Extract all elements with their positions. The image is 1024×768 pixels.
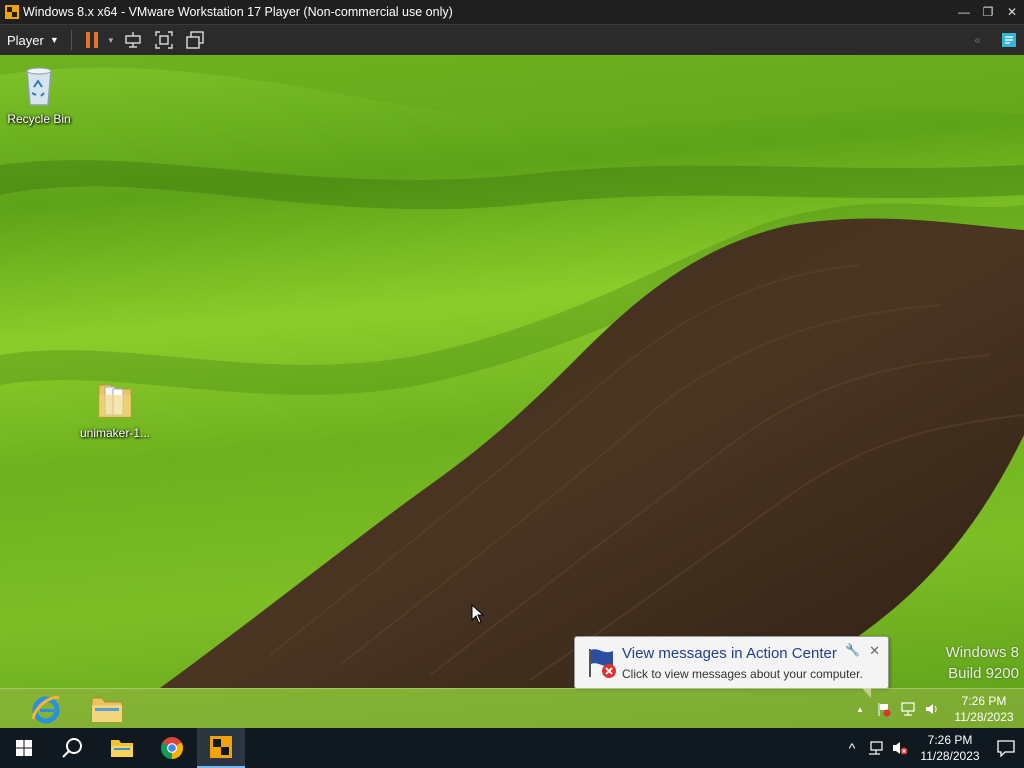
collapse-toolbar-button[interactable]: «: [962, 25, 993, 55]
guest-system-tray: ▲ 7:26 PM 11/28/2023: [848, 689, 1024, 728]
fullscreen-icon: [155, 31, 173, 49]
notifications-button[interactable]: [988, 728, 1024, 768]
vmware-icon: [210, 736, 232, 758]
recycle-bin-shortcut[interactable]: Recycle Bin: [0, 63, 78, 126]
pause-dropdown-button[interactable]: ▼: [104, 25, 118, 55]
double-chevron-left-icon: «: [974, 33, 981, 47]
pause-icon: [85, 32, 98, 48]
unimaker-folder-shortcut[interactable]: unimaker-1...: [76, 377, 154, 440]
send-ctrl-alt-del-button[interactable]: [118, 25, 149, 55]
message-log-icon: [1001, 33, 1016, 47]
guest-desktop[interactable]: Recycle Bin unimaker-1... Windows 8 Buil…: [0, 55, 1024, 728]
vmware-toolbar: Player ▼ ▼ «: [0, 24, 1024, 55]
volume-tray-icon[interactable]: [920, 689, 944, 728]
network-tray-icon[interactable]: [896, 689, 920, 728]
taskbar-vmware[interactable]: [197, 728, 245, 768]
action-center-notification[interactable]: View messages in Action Center Click to …: [574, 636, 889, 698]
search-button[interactable]: [48, 728, 96, 768]
host-clock[interactable]: 7:26 PM 11/28/2023: [912, 732, 988, 764]
host-taskbar: ^ 7:26 PM 11/28/2023: [0, 728, 1024, 768]
host-system-tray: ^ 7:26 PM 11/28/2023: [840, 728, 1024, 768]
chrome-icon: [161, 737, 183, 759]
action-center-flag-icon: [589, 649, 616, 678]
notification-title: View messages in Action Center: [622, 645, 837, 662]
message-log-button[interactable]: [993, 25, 1024, 55]
guest-clock-time: 7:26 PM: [961, 694, 1007, 708]
tray-overflow-button[interactable]: ▲: [848, 689, 872, 728]
pause-button[interactable]: [80, 25, 104, 55]
watermark-build: Build 9200: [948, 665, 1019, 682]
recycle-bin-label: Recycle Bin: [7, 112, 71, 126]
minimize-button[interactable]: —: [952, 0, 976, 24]
host-tray-overflow-button[interactable]: ^: [840, 728, 864, 768]
action-center-flag-tray-icon[interactable]: [872, 689, 896, 728]
mouse-cursor-icon: [471, 604, 485, 624]
guest-clock[interactable]: 7:26 PM 11/28/2023: [944, 693, 1024, 725]
unity-button[interactable]: [180, 25, 211, 55]
start-button[interactable]: [0, 728, 48, 768]
watermark-edition: Windows 8: [945, 644, 1019, 661]
vmware-app-icon: [5, 5, 19, 19]
fullscreen-button[interactable]: [149, 25, 180, 55]
chevron-down-icon: ▼: [49, 35, 59, 45]
file-explorer-icon: [91, 697, 123, 723]
windows-watermark: Windows 8 Build 9200: [946, 644, 1019, 682]
taskbar-chrome[interactable]: [148, 728, 196, 768]
folder-icon: [98, 384, 132, 418]
recycle-bin-icon: [26, 67, 52, 106]
taskbar-file-explorer[interactable]: [86, 692, 128, 726]
notification-close-button[interactable]: ✕: [869, 643, 880, 659]
close-button[interactable]: ✕: [1000, 0, 1024, 24]
player-menu-label: Player: [7, 32, 44, 48]
wrench-icon[interactable]: 🔧: [845, 643, 860, 657]
toolbar-divider: [70, 30, 72, 50]
screen: Windows 8.x x64 - VMware Workstation 17 …: [0, 0, 1024, 768]
chevron-down-icon: ▼: [106, 35, 115, 45]
send-ctrl-alt-del-icon: [125, 32, 141, 48]
internet-explorer-icon: [31, 695, 60, 724]
volume-muted-tray-icon[interactable]: [888, 728, 912, 768]
host-clock-date: 11/28/2023: [920, 749, 980, 763]
window-title: Windows 8.x x64 - VMware Workstation 17 …: [23, 5, 453, 19]
taskbar-file-explorer-host[interactable]: [98, 728, 146, 768]
notification-text: Click to view messages about your comput…: [622, 667, 863, 681]
search-icon: [62, 738, 82, 758]
file-explorer-icon: [111, 740, 133, 757]
vmware-title-bar[interactable]: Windows 8.x x64 - VMware Workstation 17 …: [0, 0, 1024, 24]
start-icon: [16, 740, 32, 756]
notifications-icon: [997, 740, 1015, 757]
guest-taskbar: ▲ 7:26 PM 11/28/2023: [0, 688, 1024, 728]
player-menu-button[interactable]: Player ▼: [0, 25, 65, 55]
unity-icon: [186, 31, 204, 49]
guest-clock-date: 11/28/2023: [954, 710, 1014, 724]
taskbar-internet-explorer[interactable]: [25, 692, 67, 726]
network-tray-icon[interactable]: [864, 728, 888, 768]
unimaker-folder-label: unimaker-1...: [79, 426, 151, 440]
restore-button[interactable]: ❐: [976, 0, 1000, 24]
host-clock-time: 7:26 PM: [927, 733, 973, 747]
